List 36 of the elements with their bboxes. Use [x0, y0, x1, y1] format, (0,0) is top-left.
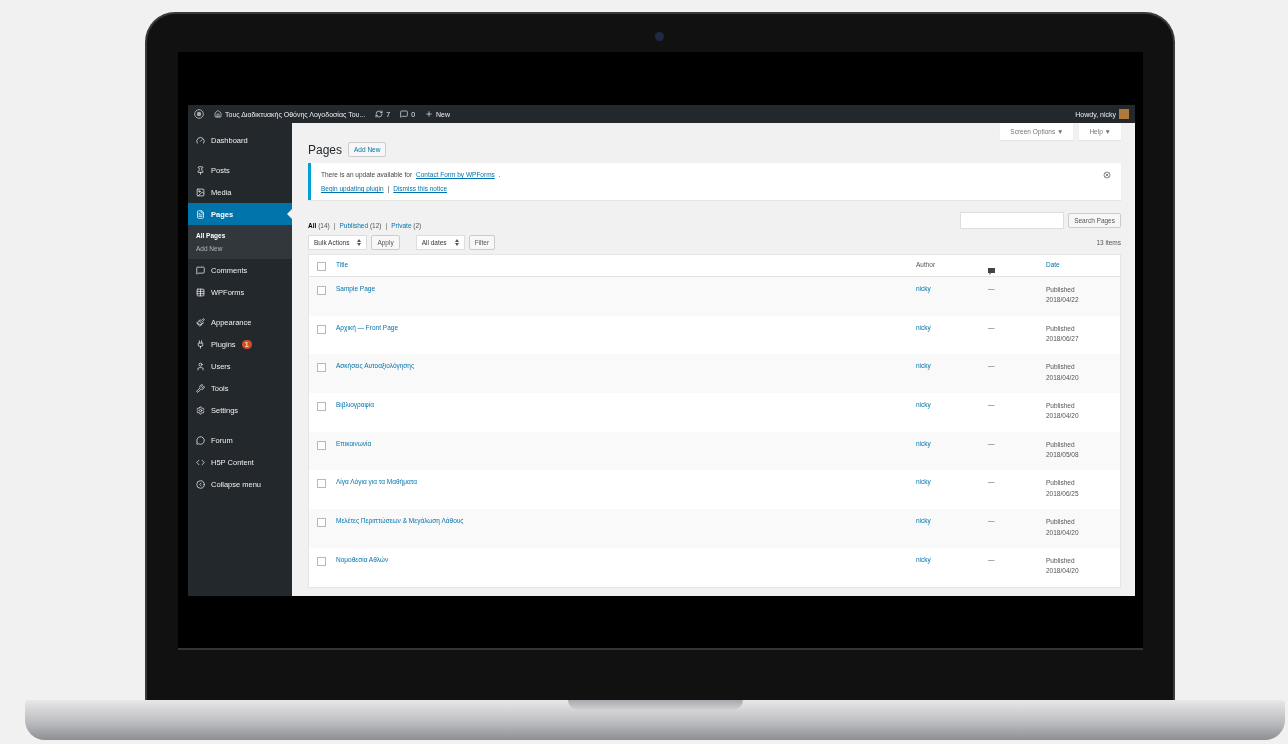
plus-icon[interactable]	[425, 110, 434, 118]
speech-bubble-icon	[196, 265, 205, 275]
row-checkbox[interactable]	[317, 324, 326, 334]
image-icon	[196, 187, 205, 197]
collapse-icon	[196, 479, 205, 489]
select-all-checkbox[interactable]	[317, 262, 326, 271]
dismiss-icon[interactable]	[1103, 171, 1111, 179]
update-count-badge: 1	[241, 339, 253, 349]
page-title: Pages	[308, 142, 343, 157]
settings-icon	[196, 405, 205, 415]
row-checkbox[interactable]	[317, 518, 326, 528]
avatar	[1119, 109, 1129, 119]
row-checkbox[interactable]	[317, 556, 326, 566]
search-field[interactable]	[960, 212, 1065, 229]
comment-bubble-icon	[988, 268, 995, 275]
home-icon[interactable]	[214, 110, 222, 118]
row-checkbox[interactable]	[317, 363, 326, 373]
plug-icon	[196, 339, 205, 349]
code-icon	[196, 457, 205, 467]
up-down-arrows-icon	[357, 239, 362, 246]
row-checkbox[interactable]	[317, 479, 326, 489]
brush-icon	[196, 317, 205, 327]
updates-icon[interactable]	[375, 110, 384, 118]
up-down-arrows-icon	[454, 239, 459, 246]
row-checkbox[interactable]	[317, 402, 326, 412]
user-icon	[196, 361, 205, 371]
comments-icon[interactable]	[400, 110, 409, 118]
page-icon	[196, 209, 205, 219]
row-checkbox[interactable]	[317, 440, 326, 450]
row-checkbox[interactable]	[317, 286, 326, 295]
pin-icon	[196, 165, 205, 175]
dashboard-icon	[196, 135, 205, 145]
chat-icon	[196, 435, 205, 445]
camera-dot	[655, 32, 664, 41]
table-icon	[196, 287, 205, 297]
wrench-icon	[196, 383, 205, 393]
